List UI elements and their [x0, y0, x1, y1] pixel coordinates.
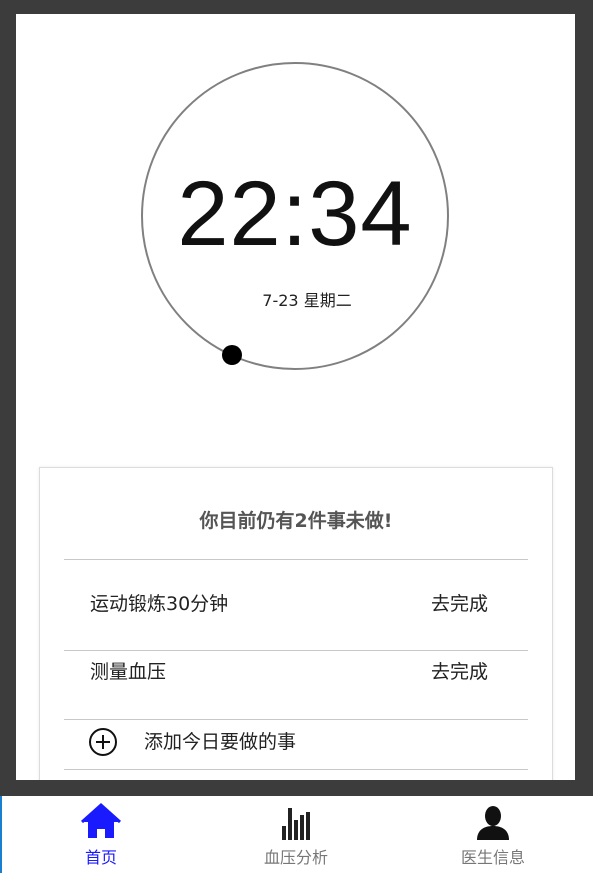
clock-progress-dot	[222, 345, 242, 365]
task-label: 运动锻炼30分钟	[90, 593, 229, 615]
add-task-button[interactable]: 添加今日要做的事	[64, 721, 528, 761]
nav-label-doctor-info: 医生信息	[460, 848, 525, 867]
divider	[64, 650, 528, 651]
divider	[64, 769, 528, 770]
add-task-label: 添加今日要做的事	[144, 731, 297, 753]
home-icon	[80, 802, 122, 838]
bottom-nav: 首页 血压分析 医生信息	[0, 796, 593, 873]
nav-item-doctor-info[interactable]: 医生信息	[428, 796, 558, 873]
task-label: 测量血压	[90, 661, 167, 683]
nav-label-bp-analysis: 血压分析	[263, 848, 328, 867]
todo-card-title: 你目前仍有2件事未做!	[199, 510, 393, 532]
home-screen: 22:34 7-23 星期二 你目前仍有2件事未做! 运动锻炼30分钟 去完成 …	[16, 14, 575, 780]
divider	[64, 559, 528, 560]
nav-label-home: 首页	[84, 848, 117, 867]
task-complete-button[interactable]: 去完成	[431, 659, 488, 685]
nav-item-bp-analysis[interactable]: 血压分析	[231, 796, 361, 873]
plus-circle-icon	[89, 728, 117, 756]
divider	[64, 719, 528, 720]
clock-time: 22:34	[177, 163, 413, 265]
nav-item-home[interactable]: 首页	[36, 796, 166, 873]
task-complete-button[interactable]: 去完成	[431, 591, 488, 617]
person-icon	[477, 806, 509, 840]
bar-chart-icon	[282, 808, 310, 840]
task-row: 测量血压 去完成	[64, 653, 528, 689]
clock-date: 7-23 星期二	[262, 291, 352, 310]
todo-card: 你目前仍有2件事未做! 运动锻炼30分钟 去完成 测量血压 去完成 添加今日要做…	[39, 467, 553, 780]
task-row: 运动锻炼30分钟 去完成	[64, 585, 528, 621]
